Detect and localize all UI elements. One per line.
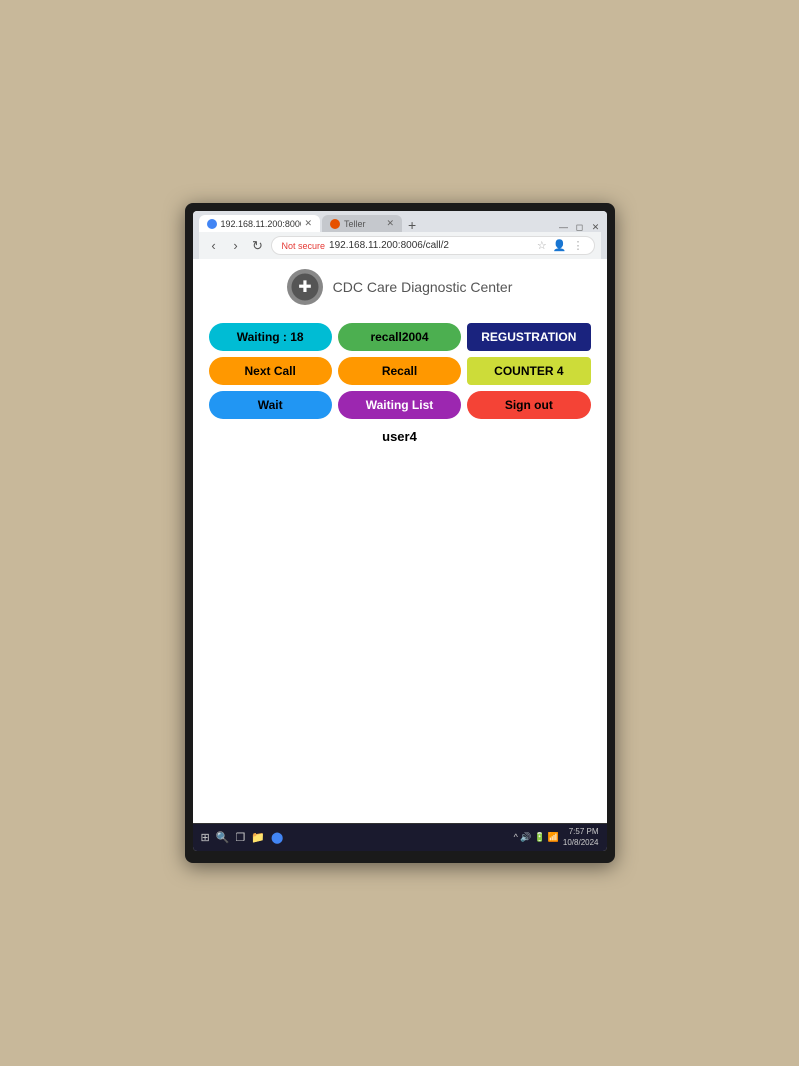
recall2004-button[interactable]: recall2004 xyxy=(338,323,461,351)
window-controls: — ◻ ✕ xyxy=(559,222,601,232)
tab-active[interactable]: 192.168.11.200:8006/call/2 ✕ xyxy=(199,215,321,232)
waiting-button[interactable]: Waiting : 18 xyxy=(209,323,332,351)
page-content: ✚ CDC Care Diagnostic Center Waiting : 1… xyxy=(193,259,607,823)
system-tray: ^ 🔊 🔋 📶 7:57 PM 10/8/2024 xyxy=(514,827,599,848)
reload-button[interactable]: ↻ xyxy=(249,237,267,255)
tab-favicon-teller xyxy=(330,219,340,229)
logo-svg: ✚ xyxy=(290,272,320,302)
chrome-icon[interactable]: ⬤ xyxy=(271,831,283,844)
sign-out-button[interactable]: Sign out xyxy=(467,391,590,419)
new-tab-button[interactable]: + xyxy=(404,218,420,232)
menu-icon[interactable]: ⋮ xyxy=(573,239,584,252)
site-header: ✚ CDC Care Diagnostic Center xyxy=(209,269,591,305)
file-explorer-icon[interactable]: 📁 xyxy=(251,831,265,844)
tab-active-label: 192.168.11.200:8006/call/2 xyxy=(221,219,301,229)
tab-teller[interactable]: Teller ✕ xyxy=(322,215,402,232)
site-logo: ✚ xyxy=(287,269,323,305)
not-secure-label: Not secure xyxy=(282,241,326,251)
minimize-button[interactable]: — xyxy=(559,222,569,232)
browser-titlebar: 192.168.11.200:8006/call/2 ✕ Teller ✕ + … xyxy=(193,211,607,259)
restore-button[interactable]: ◻ xyxy=(575,222,585,232)
start-button[interactable]: ⊞ xyxy=(201,831,210,844)
browser-controls: ‹ › ↻ Not secure 192.168.11.200:8006/cal… xyxy=(199,232,601,259)
wait-button[interactable]: Wait xyxy=(209,391,332,419)
button-grid: Waiting : 18 recall2004 REGUSTRATION Nex… xyxy=(209,323,591,419)
next-call-button[interactable]: Next Call xyxy=(209,357,332,385)
address-bar[interactable]: Not secure 192.168.11.200:8006/call/2 ☆ … xyxy=(271,236,595,255)
browser-tabs: 192.168.11.200:8006/call/2 ✕ Teller ✕ + … xyxy=(199,215,601,232)
tab-teller-label: Teller xyxy=(344,219,366,229)
address-text: 192.168.11.200:8006/call/2 xyxy=(329,240,449,251)
registration-button[interactable]: REGUSTRATION xyxy=(467,323,590,351)
taskbar: ⊞ 🔍 ❐ 📁 ⬤ ^ 🔊 🔋 📶 7:57 PM 10/8/2024 xyxy=(193,823,607,851)
close-window-button[interactable]: ✕ xyxy=(591,222,601,232)
taskbar-date-display: 10/8/2024 xyxy=(563,838,599,848)
taskbar-time-display: 7:57 PM xyxy=(563,827,599,837)
profile-icon[interactable]: 👤 xyxy=(553,239,567,252)
bookmark-icon[interactable]: ☆ xyxy=(537,239,547,252)
back-button[interactable]: ‹ xyxy=(205,237,223,255)
tray-icons: ^ 🔊 🔋 📶 xyxy=(514,832,559,843)
tab-close-btn[interactable]: ✕ xyxy=(305,218,313,229)
tab-teller-close-btn[interactable]: ✕ xyxy=(387,218,395,229)
monitor-frame: 192.168.11.200:8006/call/2 ✕ Teller ✕ + … xyxy=(185,203,615,863)
forward-button[interactable]: › xyxy=(227,237,245,255)
username-display: user4 xyxy=(209,429,591,444)
tab-favicon-active xyxy=(207,219,217,229)
search-taskbar-icon[interactable]: 🔍 xyxy=(216,831,230,844)
recall-button[interactable]: Recall xyxy=(338,357,461,385)
taskbar-clock: 7:57 PM 10/8/2024 xyxy=(563,827,599,848)
waiting-list-button[interactable]: Waiting List xyxy=(338,391,461,419)
site-title: CDC Care Diagnostic Center xyxy=(333,279,513,295)
counter4-button[interactable]: COUNTER 4 xyxy=(467,357,590,385)
taskview-icon[interactable]: ❐ xyxy=(235,831,245,844)
svg-text:✚: ✚ xyxy=(298,279,311,296)
browser-window: 192.168.11.200:8006/call/2 ✕ Teller ✕ + … xyxy=(193,211,607,851)
